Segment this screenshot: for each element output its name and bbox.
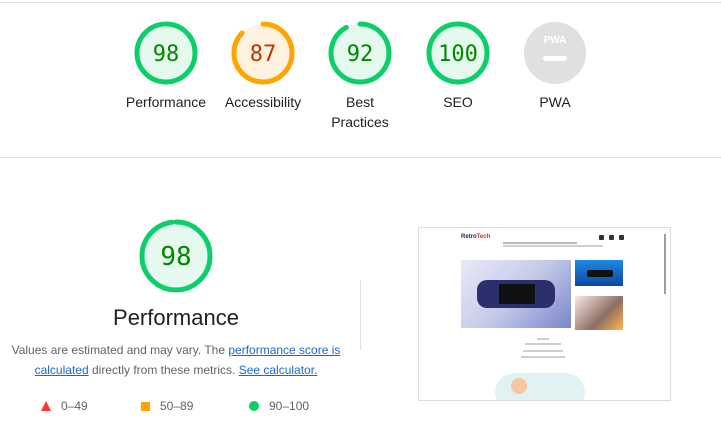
thumbnail-logo-a: Retro (461, 234, 477, 240)
gauge-label-pwa: PWA (539, 94, 571, 110)
thumbnail-console-screen (499, 284, 535, 304)
thumbnail-product-tile (575, 260, 623, 286)
gauge-score-best-practices: 92 (347, 42, 374, 67)
desc-prefix: Values are estimated and may vary. The (11, 343, 229, 357)
thumbnail-nav (503, 242, 577, 244)
thumbnail-account-icon (599, 235, 604, 240)
gauge-best-practices[interactable]: 92 Best Practices (310, 20, 410, 132)
thumbnail-text-line (537, 338, 549, 340)
section-divider (0, 157, 721, 158)
legend-average: 50–89 (141, 397, 193, 415)
thumbnail-text-line (521, 356, 565, 358)
thumbnail-cart-icon (619, 235, 624, 240)
legend-pass: 90–100 (249, 397, 309, 415)
gauge-ring-performance: 98 (134, 21, 198, 85)
thumbnail-product-tile (575, 296, 623, 330)
thumbnail-illustration (495, 373, 585, 400)
gauge-score-accessibility: 87 (250, 42, 277, 67)
legend-pass-range: 90–100 (269, 399, 310, 413)
performance-score-large: 98 (160, 242, 191, 272)
performance-gauge-large: 98 (139, 219, 213, 293)
vertical-separator (360, 280, 361, 350)
thumbnail-scrollbar (664, 234, 666, 294)
thumbnail-logo: RetroTech (461, 234, 490, 240)
pwa-badge-text: PWA (544, 35, 567, 46)
thumbnail-logo-b: Tech (476, 234, 491, 240)
page-screenshot-thumbnail: RetroTech (418, 227, 671, 401)
gauge-score-performance: 98 (153, 42, 180, 67)
thumbnail-text-line (525, 343, 561, 345)
performance-description: Values are estimated and may vary. The p… (10, 340, 342, 380)
performance-title: Performance (113, 305, 239, 330)
square-icon (141, 401, 150, 411)
gauge-ring-accessibility: 87 (231, 21, 295, 85)
score-gauges: 98 Performance 87 Accessibility 92 Best … (0, 20, 721, 150)
legend-fail: 0–49 (41, 397, 88, 415)
thumbnail-text-line (523, 350, 563, 352)
desc-middle: directly from these metrics. (88, 363, 239, 377)
circle-icon (249, 401, 259, 411)
thumbnail-subnav (503, 245, 603, 247)
thumbnail-person (511, 378, 527, 394)
see-calculator-link[interactable]: See calculator. (239, 363, 318, 377)
top-divider (0, 2, 721, 3)
gauge-ring-seo: 100 (426, 21, 490, 85)
pwa-icon: PWA (524, 22, 586, 84)
legend-fail-range: 0–49 (61, 399, 88, 413)
gauge-performance[interactable]: 98 Performance (116, 20, 216, 112)
gauge-score-seo: 100 (438, 42, 478, 67)
gauge-seo[interactable]: 100 SEO (408, 20, 508, 112)
legend-average-range: 50–89 (160, 399, 194, 413)
gauge-accessibility[interactable]: 87 Accessibility (213, 20, 313, 112)
gauge-label-seo: SEO (443, 94, 473, 110)
thumbnail-wishlist-icon (609, 235, 614, 240)
gauge-label-performance: Performance (125, 94, 207, 110)
gauge-pwa[interactable]: PWA PWA (505, 20, 605, 112)
gauge-label-best-practices: Best Practices (331, 94, 389, 130)
triangle-icon (41, 401, 51, 411)
gauge-label-accessibility: Accessibility (224, 94, 302, 110)
gauge-ring-best-practices: 92 (328, 21, 392, 85)
